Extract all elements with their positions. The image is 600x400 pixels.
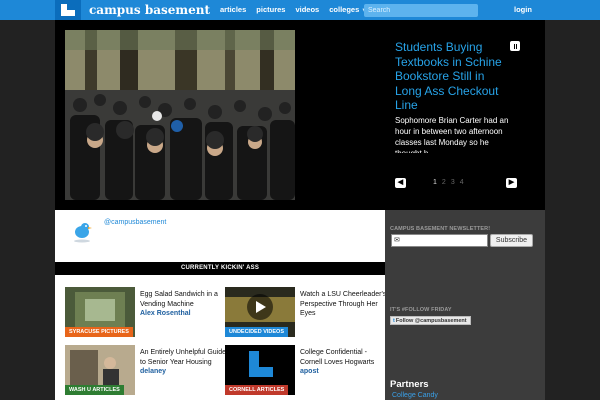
slide-page-1[interactable]: 1 — [433, 179, 437, 186]
subscribe-button[interactable]: Subscribe — [490, 234, 533, 247]
nav-videos-link[interactable]: videos — [295, 0, 319, 20]
article-title[interactable]: College Confidential - Cornell Loves Hog… — [300, 348, 388, 377]
article-author[interactable]: Alex Rosenthal — [140, 309, 228, 319]
top-nav-bar: campus basement articles pictures videos… — [0, 0, 600, 20]
slide-page-4[interactable]: 4 — [460, 179, 464, 186]
article-title[interactable]: Watch a LSU Cheerleader's Perspective Th… — [300, 290, 388, 319]
page-background-right — [545, 20, 600, 400]
newsletter-field[interactable]: ✉ — [391, 234, 488, 247]
arrow-left-icon[interactable]: ◀ — [395, 178, 406, 188]
twitter-handle-link[interactable]: @campusbasement — [104, 219, 166, 226]
article-title[interactable]: Egg Salad Sandwich in a Vending Machine A… — [140, 290, 228, 319]
follow-button[interactable]: tFollow @campusbasement — [390, 316, 471, 325]
hero-slideshow: Students Buying Textbooks in Schine Book… — [55, 20, 545, 210]
article-author[interactable]: apost — [300, 367, 388, 377]
article-tag[interactable]: WASH U ARTICLES — [65, 385, 124, 395]
pause-icon[interactable] — [510, 41, 520, 51]
brand-name[interactable]: campus basement — [89, 2, 210, 18]
article-title[interactable]: An Entirely Unhelpful Guide to Senior Ye… — [140, 348, 228, 377]
articles-grid: SYRACUSE PICTURES Egg Salad Sandwich in … — [55, 275, 388, 400]
login-link[interactable]: login — [514, 0, 532, 20]
nav-articles-link[interactable]: articles — [220, 0, 246, 20]
section-heading: CURRENTLY KICKIN' ASS — [55, 262, 385, 275]
twitter-bird-icon — [74, 223, 92, 243]
arrow-right-icon[interactable]: ▶ — [506, 178, 517, 188]
nav-links: articles pictures videos colleges▼ — [220, 0, 377, 20]
slide-page-3[interactable]: 3 — [451, 179, 455, 186]
article-author[interactable]: delaney — [140, 367, 228, 377]
mail-icon: ✉ — [394, 237, 400, 244]
nav-pictures-link[interactable]: pictures — [256, 0, 285, 20]
article-tag[interactable]: UNDECIDED VIDEOS — [225, 327, 289, 337]
partners-heading: Partners — [390, 379, 429, 390]
article-thumbnail[interactable]: SYRACUSE PICTURES — [65, 287, 135, 337]
hero-excerpt: Sophomore Brian Carter had an hour in be… — [395, 116, 509, 153]
sidebar: CAMPUS BASEMENT NEWSLETTER! ✉ Subscribe … — [385, 210, 545, 400]
article-thumbnail[interactable]: WASH U ARTICLES — [65, 345, 135, 395]
page-background-left — [0, 20, 55, 400]
article-thumbnail[interactable]: UNDECIDED VIDEOS — [225, 287, 295, 337]
article-tag[interactable]: CORNELL ARTICLES — [225, 385, 289, 395]
partner-link[interactable]: College Candy — [392, 392, 438, 399]
logo-icon[interactable] — [55, 0, 81, 20]
slide-pager: 1 2 3 4 — [433, 179, 464, 186]
newsletter-heading: CAMPUS BASEMENT NEWSLETTER! — [390, 226, 491, 232]
hero-photo[interactable] — [65, 30, 295, 200]
article-thumbnail[interactable]: CORNELL ARTICLES — [225, 345, 295, 395]
hero-headline[interactable]: Students Buying Textbooks in Schine Book… — [395, 40, 510, 112]
article-tag[interactable]: SYRACUSE PICTURES — [65, 327, 133, 337]
follow-friday-heading: IT'S #FOLLOW FRIDAY — [390, 307, 452, 313]
slide-page-2[interactable]: 2 — [442, 179, 446, 186]
search-input[interactable] — [364, 4, 478, 17]
nav-colleges-link[interactable]: colleges▼ — [329, 0, 367, 20]
twitter-box: @campusbasement — [55, 210, 385, 262]
twitter-icon: t — [393, 318, 395, 324]
newsletter-email-input[interactable] — [404, 235, 486, 246]
